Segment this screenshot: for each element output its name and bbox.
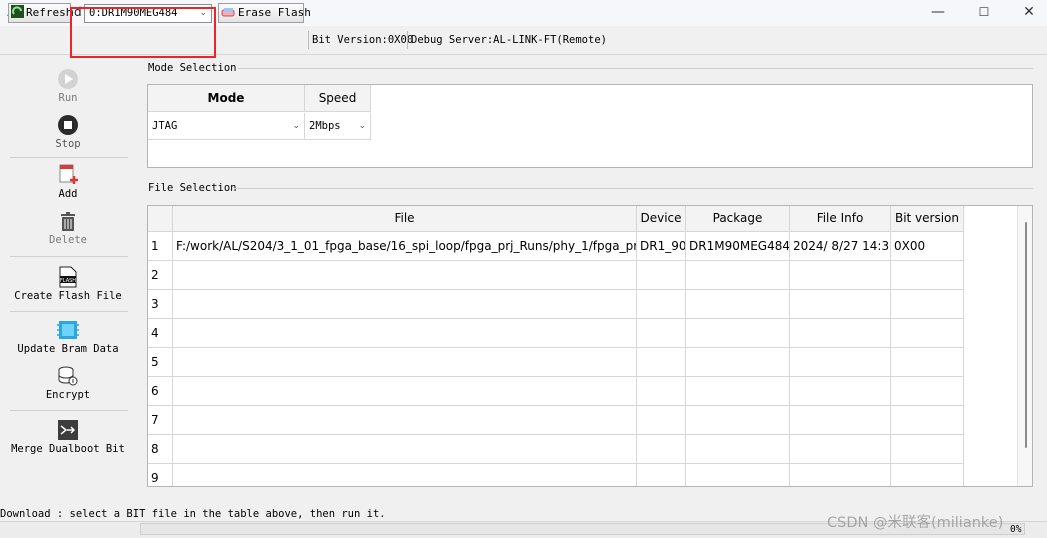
add-button[interactable]: Add xyxy=(0,164,136,200)
row-number: 2 xyxy=(148,261,173,290)
create-flash-file-label: Create Flash File xyxy=(14,290,122,302)
encrypt-button[interactable]: Encrypt xyxy=(0,365,136,401)
stop-icon xyxy=(58,115,78,135)
sidebar-divider xyxy=(10,157,128,158)
add-icon xyxy=(59,164,78,184)
row-number: 8 xyxy=(148,435,173,464)
chevron-down-icon: ⌄ xyxy=(199,8,207,18)
row-number: 9 xyxy=(148,464,173,486)
file-table: File Device Package File Info Bit versio… xyxy=(147,205,1033,487)
toolbar-separator xyxy=(407,31,408,49)
erase-icon xyxy=(221,8,235,17)
erase-flash-label: Erase Flash xyxy=(238,6,311,19)
device-cell[interactable]: DR1_90 xyxy=(637,232,686,261)
file-info-cell[interactable]: 2024/ 8/27 14:30 xyxy=(790,232,891,261)
merge-icon xyxy=(58,420,78,440)
close-button[interactable]: ✕ xyxy=(1006,0,1047,26)
watermark: CSDN @米联客(milianke) xyxy=(827,515,1004,531)
sidebar-divider xyxy=(10,256,128,257)
file-selection-label: File Selection xyxy=(148,182,237,194)
erase-flash-button[interactable]: Erase Flash xyxy=(218,3,311,23)
svg-text:FLASH: FLASH xyxy=(60,278,76,284)
chevron-down-icon: ⌄ xyxy=(358,121,366,131)
device-select[interactable]: 0:DR1M90MEG484 ⌄ xyxy=(84,4,212,23)
package-column-header[interactable]: Package xyxy=(686,206,790,232)
speed-select-value: 2Mbps xyxy=(309,120,341,132)
corner-header xyxy=(148,206,173,232)
bram-icon xyxy=(57,321,79,339)
row-number: 6 xyxy=(148,377,173,406)
delete-label: Delete xyxy=(49,234,87,246)
file-column-header[interactable]: File xyxy=(173,206,637,232)
table-vertical-scrollbar[interactable] xyxy=(1017,206,1032,486)
stop-button[interactable]: Stop xyxy=(0,114,136,150)
status-message: Download : select a BIT file in the tabl… xyxy=(0,508,386,520)
delete-icon xyxy=(61,212,75,231)
toolbar-separator xyxy=(308,31,309,49)
device-column-header[interactable]: Device xyxy=(637,206,686,232)
table-row[interactable]: 6 xyxy=(148,377,964,406)
chevron-down-icon: ⌄ xyxy=(292,121,300,131)
refresh-icon xyxy=(11,5,24,18)
refresh-label: Refresh xyxy=(26,6,73,19)
row-number: 5 xyxy=(148,348,173,377)
encrypt-label: Encrypt xyxy=(45,389,91,401)
speed-header: Speed xyxy=(305,85,371,112)
mode-selection-panel: Mode Speed JTAG ⌄ 2Mbps ⌄ xyxy=(147,84,1033,168)
package-cell[interactable]: DR1M90MEG484 xyxy=(686,232,790,261)
table-row[interactable]: 4 xyxy=(148,319,964,348)
merge-dualboot-bit-button[interactable]: Merge Dualboot Bit xyxy=(0,419,136,455)
update-bram-data-button[interactable]: Update Bram Data xyxy=(0,319,136,355)
run-label: Run xyxy=(58,92,78,104)
update-bram-data-label: Update Bram Data xyxy=(17,343,119,355)
add-label: Add xyxy=(58,188,78,200)
table-row[interactable]: 3 xyxy=(148,290,964,319)
speed-select[interactable]: 2Mbps ⌄ xyxy=(305,113,371,140)
merge-dualboot-bit-label: Merge Dualboot Bit xyxy=(11,443,125,455)
progress-percent: 0% xyxy=(1010,524,1022,535)
group-divider xyxy=(238,68,1033,69)
create-flash-file-button[interactable]: FLASH Create Flash File xyxy=(0,266,136,302)
row-number: 7 xyxy=(148,406,173,435)
device-select-value: 0:DR1M90MEG484 xyxy=(89,7,178,19)
bit-version-cell[interactable]: 0X00 xyxy=(891,232,964,261)
table-row[interactable]: 2 xyxy=(148,261,964,290)
row-number: 3 xyxy=(148,290,173,319)
run-button[interactable]: Run xyxy=(0,68,136,104)
delete-button[interactable]: Delete xyxy=(0,210,136,246)
table-row[interactable]: 1 F:/work/AL/S204/3_1_01_fpga_base/16_sp… xyxy=(148,232,964,261)
group-divider xyxy=(234,188,1033,189)
mode-selection-label: Mode Selection xyxy=(148,62,237,74)
refresh-button[interactable]: Refresh xyxy=(8,3,73,23)
table-row[interactable]: 9 xyxy=(148,464,964,486)
bit-version-info: Bit Version:0X00 xyxy=(312,34,414,46)
sidebar-divider xyxy=(10,410,128,411)
sidebar: Run Stop Add Delete FLASH Create Flash F… xyxy=(0,56,136,500)
table-row[interactable]: 5 xyxy=(148,348,964,377)
sidebar-divider xyxy=(10,311,128,312)
table-row[interactable]: 8 xyxy=(148,435,964,464)
debug-server-info: Debug Server:AL-LINK-FT(Remote) xyxy=(411,34,607,46)
maximize-button[interactable]: ☐ xyxy=(961,0,1007,26)
row-number: 4 xyxy=(148,319,173,348)
run-icon xyxy=(58,69,78,89)
scrollbar-thumb[interactable] xyxy=(1025,222,1027,448)
flash-file-icon: FLASH xyxy=(59,266,77,288)
minimize-button[interactable]: — xyxy=(915,0,961,26)
file-cell[interactable]: F:/work/AL/S204/3_1_01_fpga_base/16_spi_… xyxy=(173,232,637,261)
mode-header: Mode xyxy=(148,85,305,112)
table-row[interactable]: 7 xyxy=(148,406,964,435)
mode-select[interactable]: JTAG ⌄ xyxy=(148,113,305,140)
row-number: 1 xyxy=(148,232,173,261)
encrypt-icon xyxy=(58,366,78,386)
file-info-column-header[interactable]: File Info xyxy=(790,206,891,232)
bit-version-column-header[interactable]: Bit version xyxy=(891,206,964,232)
mode-select-value: JTAG xyxy=(152,120,178,132)
stop-label: Stop xyxy=(55,138,81,150)
